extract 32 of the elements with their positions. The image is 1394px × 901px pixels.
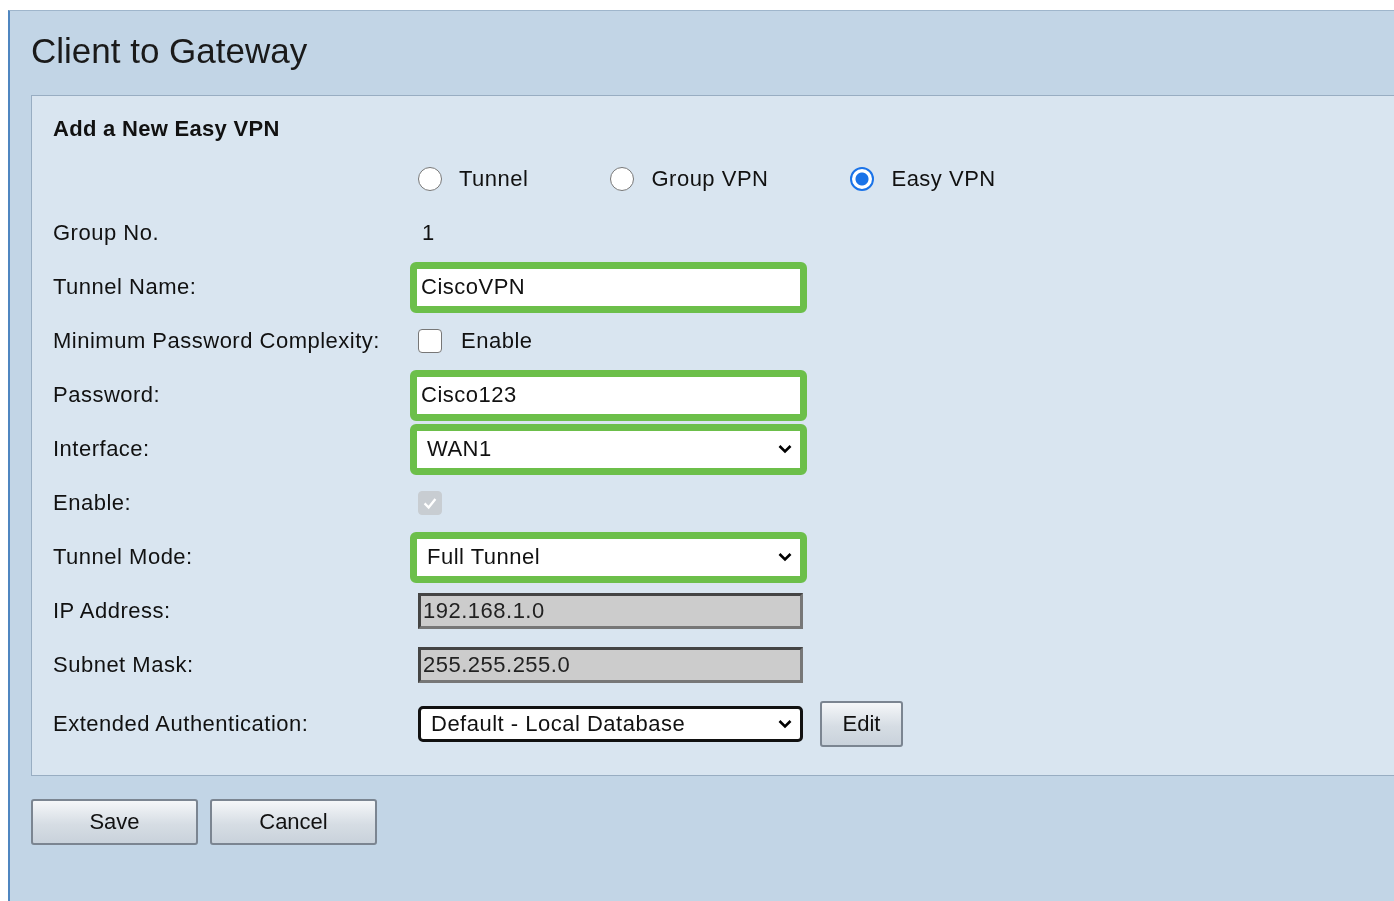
chevron-down-icon bbox=[778, 552, 792, 562]
dropdown[interactable]: Default - Local Database bbox=[418, 706, 803, 742]
radio-option[interactable]: Group VPN bbox=[610, 166, 769, 192]
radio-button[interactable] bbox=[610, 167, 635, 191]
checkbox-label: Enable bbox=[461, 328, 533, 354]
field-label: Tunnel Name: bbox=[53, 274, 197, 299]
radio-button[interactable] bbox=[850, 167, 875, 191]
text-field[interactable]: CiscoVPN bbox=[417, 268, 800, 306]
edit-button[interactable]: Edit bbox=[820, 701, 903, 747]
field-label: IP Address: bbox=[53, 598, 171, 623]
field-label: Tunnel Mode: bbox=[53, 544, 193, 569]
form-button[interactable]: Cancel bbox=[210, 799, 377, 845]
dropdown[interactable]: WAN1 bbox=[417, 430, 800, 468]
field-label: Subnet Mask: bbox=[53, 652, 194, 677]
field-label: Extended Authentication: bbox=[53, 711, 309, 736]
dropdown[interactable]: Full Tunnel bbox=[417, 538, 800, 576]
checkbox[interactable] bbox=[418, 329, 442, 353]
field-label: Minimum Password Complexity: bbox=[53, 328, 380, 353]
form-heading: Add a New Easy VPN bbox=[53, 116, 281, 143]
field-label: Enable: bbox=[53, 490, 132, 515]
text-field[interactable]: Cisco123 bbox=[417, 376, 800, 414]
field-label: Password: bbox=[53, 382, 161, 407]
chevron-down-icon bbox=[778, 719, 792, 729]
form-button[interactable]: Save bbox=[31, 799, 198, 845]
group-number: 1 bbox=[421, 220, 435, 246]
page-title: Client to Gateway bbox=[30, 30, 309, 72]
field-label: Group No. bbox=[53, 220, 159, 245]
radio-button[interactable] bbox=[418, 167, 442, 191]
radio-option[interactable]: Tunnel bbox=[418, 166, 529, 192]
chevron-down-icon bbox=[778, 444, 792, 454]
radio-option[interactable]: Easy VPN bbox=[850, 166, 996, 192]
field-label: Interface: bbox=[53, 436, 150, 461]
